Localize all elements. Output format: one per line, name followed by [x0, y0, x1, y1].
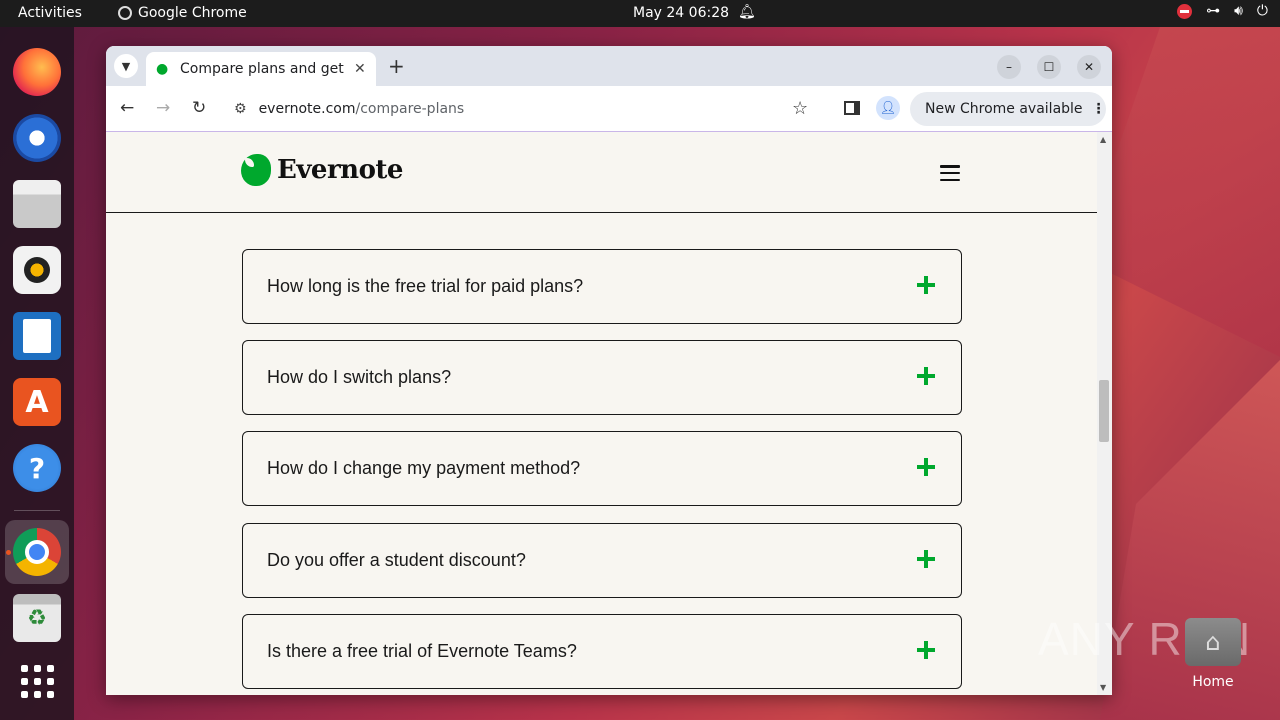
tab-close-icon[interactable]: ✕ — [354, 61, 366, 77]
close-window-icon[interactable]: ✕ — [1077, 55, 1101, 79]
running-indicator — [6, 550, 11, 555]
hamburger-menu-icon[interactable] — [940, 165, 960, 181]
bookmark-star-icon[interactable]: ☆ — [792, 98, 808, 119]
site-header: Evernote — [106, 132, 1097, 213]
tab-title: Compare plans and get s — [180, 61, 348, 77]
faq-question: How long is the free trial for paid plan… — [267, 276, 584, 296]
top-bar: Activities Google Chrome May 24 06:28 🔔︎… — [0, 0, 1280, 27]
show-applications-icon[interactable] — [13, 657, 61, 705]
activities-button[interactable]: Activities — [18, 5, 82, 21]
faq-item[interactable]: Do you offer a student discount? — [242, 523, 962, 598]
faq-question: Do you offer a student discount? — [267, 550, 526, 570]
kebab-menu-icon[interactable]: ⋮ — [1092, 101, 1106, 117]
profile-avatar-icon[interactable]: 👤︎ — [876, 96, 900, 120]
side-panel-icon[interactable] — [844, 101, 860, 115]
scroll-up-icon[interactable]: ▲ — [1100, 135, 1106, 144]
site-info-icon[interactable]: ⚙ — [234, 101, 247, 117]
browser-toolbar: ← → ↻ ⚙ evernote.com/compare-plans ☆ 👤︎ … — [106, 86, 1112, 132]
clock[interactable]: May 24 06:28 — [633, 5, 729, 21]
scroll-down-icon[interactable]: ▼ — [1100, 683, 1106, 692]
evernote-favicon-icon: ● — [156, 61, 169, 77]
system-tray[interactable]: ⊶ 🔊︎ ⏻ — [1177, 3, 1268, 19]
url-domain: evernote.com — [258, 101, 356, 117]
rhythmbox-icon[interactable] — [13, 246, 61, 294]
faq-question: How do I switch plans? — [267, 367, 452, 387]
tab-compare-plans[interactable]: ● Compare plans and get s ✕ — [146, 52, 376, 86]
update-label: New Chrome available — [925, 101, 1083, 117]
libreoffice-writer-icon[interactable] — [13, 312, 61, 360]
app-menu[interactable]: Google Chrome — [118, 5, 247, 21]
do-not-disturb-icon — [1177, 3, 1193, 19]
faq-item[interactable]: Is there a free trial of Evernote Teams? — [242, 614, 962, 689]
url-text: evernote.com/compare-plans — [259, 101, 465, 117]
ubuntu-software-icon[interactable]: A — [13, 378, 61, 426]
back-arrow-icon[interactable]: ← — [120, 98, 134, 118]
network-icon: ⊶ — [1206, 3, 1221, 19]
volume-icon: 🔊︎ — [1234, 3, 1243, 19]
scrollbar-thumb[interactable] — [1099, 380, 1109, 442]
tab-search-chevron-down-icon[interactable]: ▼ — [114, 54, 138, 78]
notification-bell-icon[interactable]: 🔔︎ — [738, 4, 756, 20]
files-icon[interactable] — [13, 180, 61, 228]
logo-wordmark: Evernote — [277, 155, 403, 185]
dock-separator — [14, 510, 60, 511]
maximize-icon[interactable]: ☐ — [1037, 55, 1061, 79]
firefox-icon[interactable] — [13, 48, 61, 96]
app-menu-label: Google Chrome — [138, 5, 247, 21]
expand-plus-icon[interactable] — [917, 367, 935, 385]
expand-plus-icon[interactable] — [917, 641, 935, 659]
address-bar[interactable]: ⚙ evernote.com/compare-plans — [224, 92, 824, 126]
power-icon: ⏻ — [1256, 3, 1268, 19]
dock: A ? ♻ — [0, 27, 74, 720]
help-icon[interactable]: ? — [13, 444, 61, 492]
reload-icon[interactable]: ↻ — [192, 98, 206, 118]
forward-arrow-icon[interactable]: → — [156, 98, 170, 118]
chrome-icon[interactable] — [13, 528, 61, 576]
faq-item[interactable]: How do I switch plans? — [242, 340, 962, 415]
expand-plus-icon[interactable] — [917, 458, 935, 476]
page-viewport: Evernote How long is the free trial for … — [106, 132, 1112, 695]
new-tab-plus-icon[interactable]: + — [388, 54, 405, 78]
faq-question: How do I change my payment method? — [267, 458, 581, 478]
home-folder-icon: ⌂ — [1185, 618, 1241, 666]
expand-plus-icon[interactable] — [917, 550, 935, 568]
thunderbird-icon[interactable] — [13, 114, 61, 162]
update-chrome-button[interactable]: New Chrome available ⋮ — [910, 92, 1106, 126]
expand-plus-icon[interactable] — [917, 276, 935, 294]
chrome-window: ▼ ● Compare plans and get s ✕ + – ☐ ✕ ← … — [106, 46, 1112, 695]
page-scrollbar[interactable]: ▲ ▼ — [1097, 132, 1112, 695]
chrome-icon — [118, 6, 132, 20]
faq-item[interactable]: How do I change my payment method? — [242, 431, 962, 506]
home-label: Home — [1192, 674, 1234, 690]
home-folder-desktop-icon[interactable]: ⌂ Home — [1184, 618, 1242, 698]
faq-question: Is there a free trial of Evernote Teams? — [267, 641, 577, 661]
evernote-logo[interactable]: Evernote — [241, 154, 403, 186]
evernote-elephant-icon — [241, 154, 271, 186]
trash-icon[interactable]: ♻ — [13, 594, 61, 642]
faq-item[interactable]: How long is the free trial for paid plan… — [242, 249, 962, 324]
url-path: /compare-plans — [355, 101, 465, 117]
minimize-icon[interactable]: – — [997, 55, 1021, 79]
tab-strip: ▼ ● Compare plans and get s ✕ + – ☐ ✕ — [106, 46, 1112, 86]
